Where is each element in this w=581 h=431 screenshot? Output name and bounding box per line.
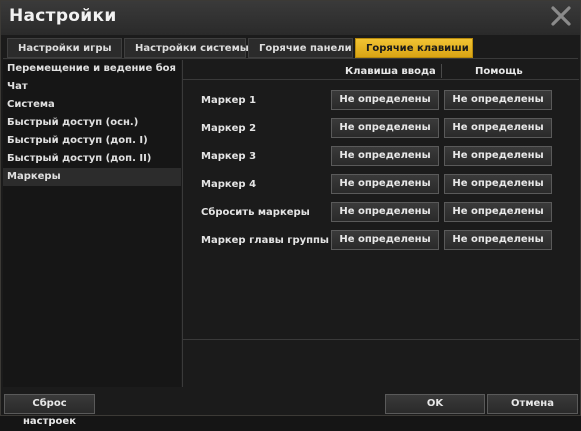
sidebar-item-markers[interactable]: Маркеры bbox=[3, 168, 181, 186]
help-button-marker-3[interactable]: Не определены bbox=[444, 146, 552, 166]
reset-settings-button[interactable]: Сброс настроек bbox=[4, 394, 95, 427]
column-header-help: Помощь bbox=[475, 66, 523, 77]
close-button[interactable] bbox=[549, 4, 573, 28]
help-button-marker-1[interactable]: Не определены bbox=[444, 90, 552, 110]
tab-hotbars[interactable]: Горячие панели bbox=[248, 38, 353, 58]
tab-system-settings[interactable]: Настройки системы bbox=[124, 38, 249, 58]
row-label-marker-3: Маркер 3 bbox=[201, 151, 257, 162]
tab-game-settings[interactable]: Настройки игры bbox=[7, 38, 122, 58]
hotkey-panel: Клавиша ввода Помощь Маркер 1 Не определ… bbox=[183, 60, 579, 387]
content-divider bbox=[183, 339, 579, 340]
key-button-marker-2[interactable]: Не определены bbox=[331, 118, 439, 138]
key-button-marker-3[interactable]: Не определены bbox=[331, 146, 439, 166]
sidebar-item-movement-combat[interactable]: Перемещение и ведение боя bbox=[3, 60, 181, 78]
tab-bar: Настройки игры Настройки системы Горячие… bbox=[7, 38, 473, 58]
key-button-marker-1[interactable]: Не определены bbox=[331, 90, 439, 110]
column-divider bbox=[441, 64, 442, 78]
sidebar-item-system[interactable]: Система bbox=[3, 96, 181, 114]
key-button-party-leader-marker[interactable]: Не определены bbox=[331, 230, 439, 250]
help-button-reset-markers[interactable]: Не определены bbox=[444, 202, 552, 222]
sidebar-item-quick-access-main[interactable]: Быстрый доступ (осн.) bbox=[3, 114, 181, 132]
help-button-party-leader-marker[interactable]: Не определены bbox=[444, 230, 552, 250]
sidebar: Перемещение и ведение боя Чат Система Бы… bbox=[3, 60, 181, 387]
ok-button[interactable]: OK bbox=[385, 394, 485, 414]
sidebar-item-chat[interactable]: Чат bbox=[3, 78, 181, 96]
row-label-marker-4: Маркер 4 bbox=[201, 179, 257, 190]
help-button-marker-2[interactable]: Не определены bbox=[444, 118, 552, 138]
row-label-reset-markers: Сбросить маркеры bbox=[201, 207, 310, 218]
sidebar-item-quick-access-extra-2[interactable]: Быстрый доступ (доп. II) bbox=[3, 150, 181, 168]
row-label-marker-2: Маркер 2 bbox=[201, 123, 257, 134]
close-icon bbox=[551, 6, 571, 26]
key-button-marker-4[interactable]: Не определены bbox=[331, 174, 439, 194]
header-divider bbox=[183, 79, 579, 80]
tab-hotkeys[interactable]: Горячие клавиши bbox=[355, 38, 473, 58]
tab-divider bbox=[3, 58, 578, 59]
cancel-button[interactable]: Отмена bbox=[487, 394, 578, 414]
key-button-reset-markers[interactable]: Не определены bbox=[331, 202, 439, 222]
column-header-input-key: Клавиша ввода bbox=[345, 66, 436, 77]
row-label-party-leader-marker: Маркер главы группы bbox=[201, 235, 329, 246]
settings-window: Настройки Настройки игры Настройки систе… bbox=[0, 0, 581, 427]
sidebar-item-quick-access-extra-1[interactable]: Быстрый доступ (доп. I) bbox=[3, 132, 181, 150]
window-title: Настройки bbox=[9, 6, 117, 26]
help-button-marker-4[interactable]: Не определены bbox=[444, 174, 552, 194]
row-label-marker-1: Маркер 1 bbox=[201, 95, 257, 106]
title-bar: Настройки bbox=[1, 1, 580, 35]
